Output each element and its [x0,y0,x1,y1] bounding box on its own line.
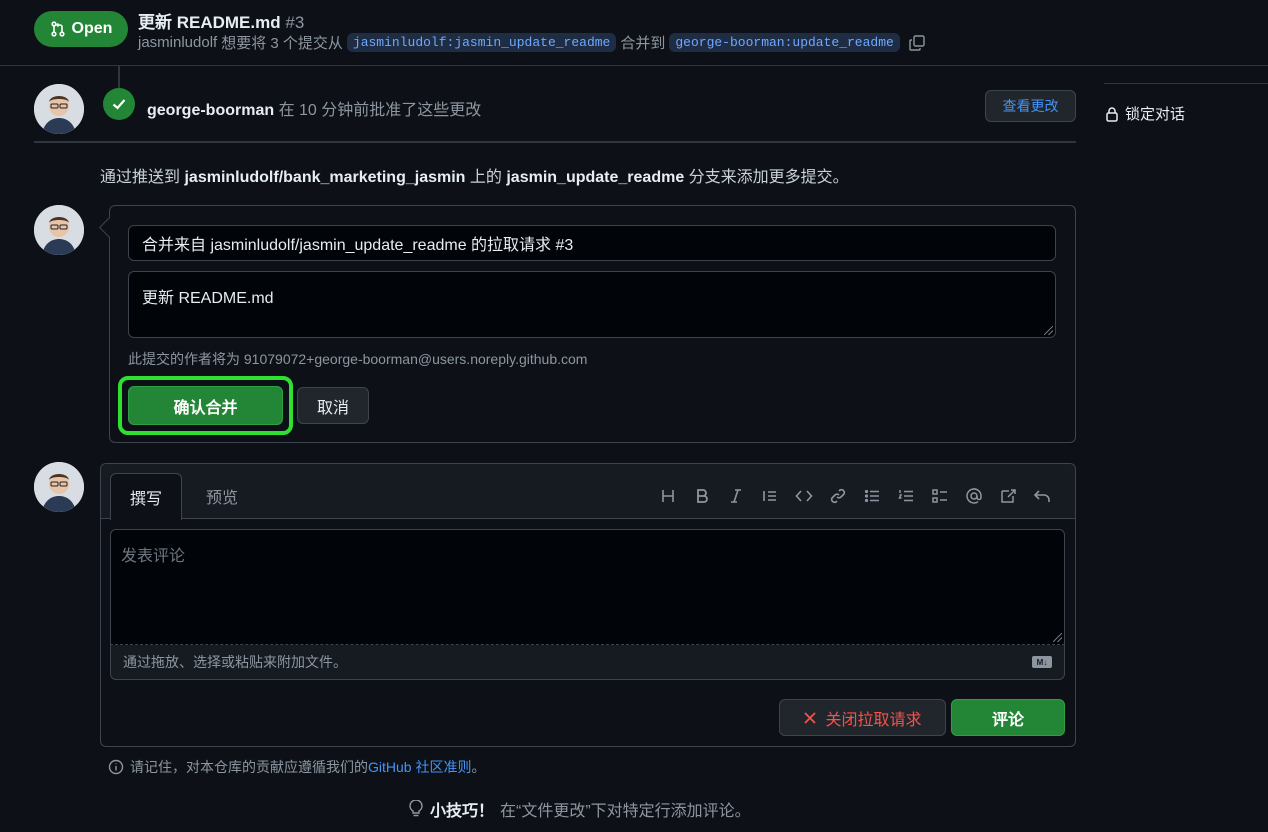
commit-message-text: 更新 README.md [142,290,274,307]
copy-icon[interactable] [908,34,926,52]
protip-text: 在“文件更改”下对特定行添加评论。 [500,803,751,820]
reference-icon[interactable] [996,480,1020,512]
comment-placeholder: 发表评论 [121,548,186,565]
pr-wants-to: 想要将 3 个提交从 [221,35,343,52]
avatar[interactable] [34,205,84,255]
head-branch-link[interactable]: jasminludolf:jasmin_update_readme [346,33,617,52]
comment-submit-button[interactable]: 评论 [951,699,1065,736]
avatar[interactable] [34,462,84,512]
push-hint-prefix: 通过推送到 [100,169,181,186]
pr-title: 更新 README.md #3 [138,8,304,33]
push-hint-middle: 上的 [469,169,502,186]
pr-merge-into: 合并到 [620,35,666,52]
comment-textarea[interactable]: 发表评论 [110,529,1065,645]
git-pull-request-icon [50,21,65,37]
code-icon[interactable] [792,480,816,512]
lock-conversation-label: 锁定对话 [1125,106,1186,123]
markdown-icon[interactable]: M↓ [1032,656,1052,668]
close-icon [804,711,817,724]
community-guidelines-note: 请记住，对本仓库的贡献应遵循我们的GitHub 社区准则。 [108,757,485,777]
section-divider [34,141,1076,143]
avatar-image [34,84,84,134]
light-bulb-icon [409,800,423,817]
pr-status-label: Open [71,20,113,37]
check-icon [112,99,126,110]
pr-title-text: 更新 README.md [138,13,281,32]
quote-icon[interactable] [758,480,782,512]
push-hint: 通过推送到 jasminludolf/bank_marketing_jasmin… [100,163,849,187]
review-event: george-boorman 在 10 分钟前批准了这些更改 [147,96,481,120]
pr-number: #3 [285,13,305,32]
base-branch-link[interactable]: george-boorman:update_readme [669,33,900,52]
review-action: 在 10 分钟前批准了这些更改 [278,102,482,119]
bold-icon[interactable] [690,480,714,512]
task-list-icon[interactable] [928,480,952,512]
push-hint-suffix: 分支来添加更多提交。 [688,169,849,186]
avatar[interactable] [34,84,84,134]
avatar-image [34,462,84,512]
ordered-list-icon[interactable] [894,480,918,512]
italic-icon[interactable] [724,480,748,512]
pr-subtitle: jasminludolf 想要将 3 个提交从 jasminludolf:jas… [138,32,926,53]
info-icon [108,759,124,775]
header-divider [0,65,1268,66]
attach-hint: 通过拖放、选择或粘贴来附加文件。 [123,654,347,670]
lock-icon [1106,106,1118,122]
tab-preview[interactable]: 预览 [190,473,254,519]
confirm-merge-button[interactable]: 确认合并 [128,386,283,425]
guidelines-suffix: 。 [471,759,486,775]
push-hint-branch: jasmin_update_readme [506,169,685,186]
resize-handle[interactable] [1044,326,1053,335]
resize-handle[interactable] [1053,633,1062,642]
attach-files-bar[interactable]: 通过拖放、选择或粘贴来附加文件。 M↓ [110,645,1065,680]
link-icon[interactable] [826,480,850,512]
sidebar-divider [1104,83,1268,84]
avatar-image [34,205,84,255]
heading-icon[interactable] [656,480,680,512]
commit-author-note: 此提交的作者将为 91079072+george-boorman@users.n… [128,351,588,367]
close-pull-request-label: 关闭拉取请求 [825,711,922,729]
lock-conversation-link[interactable]: 锁定对话 [1104,103,1185,124]
view-changes-button[interactable]: 查看更改 [985,90,1076,122]
approved-check-badge [103,88,135,120]
commit-title-input[interactable]: 合并来自 jasminludolf/jasmin_update_readme 的… [128,225,1056,261]
tab-write[interactable]: 撰写 [110,473,182,520]
unordered-list-icon[interactable] [860,480,884,512]
pr-status-badge: Open [34,11,128,47]
markdown-toolbar [656,480,1054,512]
commit-message-textarea[interactable]: 更新 README.md [128,271,1056,338]
reviewer-link[interactable]: george-boorman [147,102,274,119]
community-guidelines-link[interactable]: GitHub 社区准则 [368,759,471,775]
cancel-button[interactable]: 取消 [297,387,369,424]
close-pull-request-button[interactable]: 关闭拉取请求 [779,699,946,736]
protip: 小技巧！ 在“文件更改”下对特定行添加评论。 [408,797,751,821]
push-hint-repo: jasminludolf/bank_marketing_jasmin [184,169,466,186]
guidelines-prefix: 请记住，对本仓库的贡献应遵循我们的 [130,759,368,775]
undo-icon[interactable] [1030,480,1054,512]
protip-label: 小技巧！ [430,803,495,820]
mention-icon[interactable] [962,480,986,512]
pr-author-link[interactable]: jasminludolf [138,34,217,51]
